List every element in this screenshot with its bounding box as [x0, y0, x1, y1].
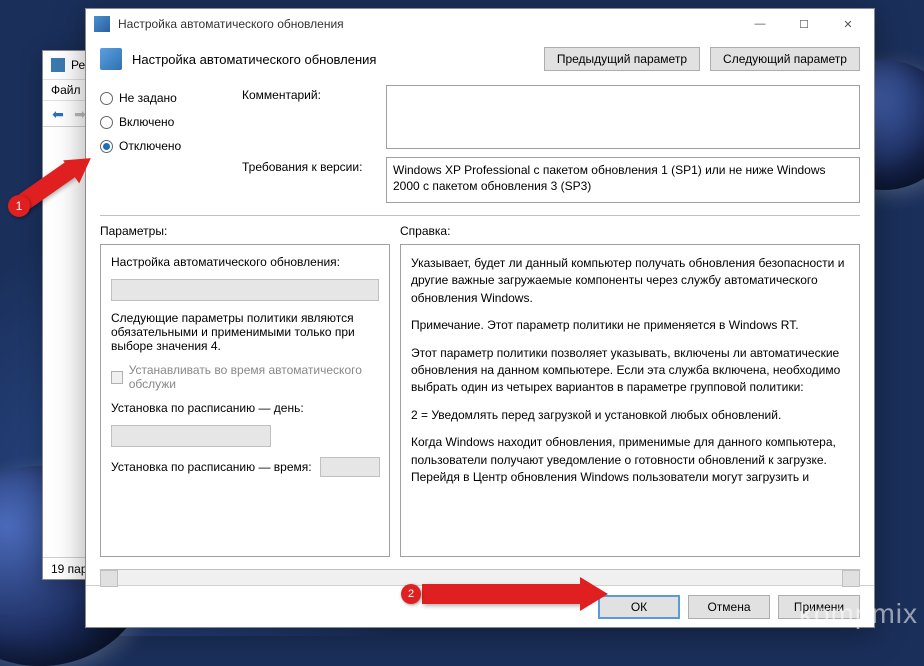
- menu-file[interactable]: Файл: [51, 83, 81, 97]
- setting-name: Настройка автоматического обновления:: [111, 255, 379, 269]
- app-icon: [51, 58, 65, 72]
- cancel-button[interactable]: Отмена: [688, 595, 770, 619]
- schedule-time-combo: [320, 457, 380, 477]
- update-config-combo: [111, 279, 379, 301]
- requirements-label: Требования к версии:: [242, 157, 372, 174]
- radio-label: Не задано: [119, 91, 177, 105]
- help-p1: Указывает, будет ли данный компьютер пол…: [411, 255, 849, 307]
- annotation-arrow-1: 1: [3, 135, 113, 235]
- divider: [100, 215, 860, 216]
- parameters-label: Параметры:: [100, 224, 400, 238]
- policy-setting-dialog: Настройка автоматического обновления — ☐…: [85, 8, 875, 628]
- titlebar: Настройка автоматического обновления — ☐…: [86, 9, 874, 39]
- help-label: Справка:: [400, 224, 450, 238]
- checkbox-label: Устанавливать во время автоматического о…: [129, 363, 379, 391]
- radio-label: Включено: [119, 115, 174, 129]
- radio-icon: [100, 116, 113, 129]
- annotation-badge-2: 2: [401, 584, 421, 604]
- dialog-heading: Настройка автоматического обновления: [132, 52, 534, 67]
- policy-icon: [100, 48, 122, 70]
- schedule-time-label: Установка по расписанию — время:: [111, 460, 312, 474]
- help-p4: 2 = Уведомлять перед загрузкой и установ…: [411, 407, 849, 424]
- parameters-panel: Настройка автоматического обновления: Сл…: [100, 244, 390, 557]
- help-p5: Когда Windows находит обновления, примен…: [411, 434, 849, 486]
- dialog-title: Настройка автоматического обновления: [118, 17, 738, 31]
- next-setting-button[interactable]: Следующий параметр: [710, 47, 860, 71]
- help-p2: Примечание. Этот параметр политики не пр…: [411, 317, 849, 334]
- nav-back-icon[interactable]: ⬅: [49, 105, 67, 123]
- requirements-box: Windows XP Professional с пакетом обновл…: [386, 157, 860, 203]
- previous-setting-button[interactable]: Предыдущий параметр: [544, 47, 700, 71]
- install-maintenance-checkbox: [111, 371, 123, 384]
- maximize-button[interactable]: ☐: [782, 10, 826, 38]
- back-window-title: Ре: [71, 58, 85, 72]
- close-button[interactable]: ✕: [826, 10, 870, 38]
- schedule-day-combo: [111, 425, 271, 447]
- radio-label: Отключено: [119, 139, 181, 153]
- radio-not-configured[interactable]: Не задано: [100, 91, 212, 105]
- comment-textarea[interactable]: [386, 85, 860, 149]
- radio-icon: [100, 92, 113, 105]
- help-p3: Этот параметр политики позволяет указыва…: [411, 345, 849, 397]
- comment-label: Комментарий:: [242, 85, 372, 102]
- dialog-app-icon: [94, 16, 110, 32]
- minimize-button[interactable]: —: [738, 10, 782, 38]
- radio-enabled[interactable]: Включено: [100, 115, 212, 129]
- params-note: Следующие параметры политики являются об…: [111, 311, 379, 353]
- help-panel[interactable]: Указывает, будет ли данный компьютер пол…: [400, 244, 860, 557]
- radio-disabled[interactable]: Отключено: [100, 139, 212, 153]
- schedule-day-label: Установка по расписанию — день:: [111, 401, 379, 415]
- watermark: kompmix: [799, 598, 918, 630]
- annotation-badge-1: 1: [8, 195, 30, 217]
- annotation-arrow-2: 2: [400, 572, 640, 612]
